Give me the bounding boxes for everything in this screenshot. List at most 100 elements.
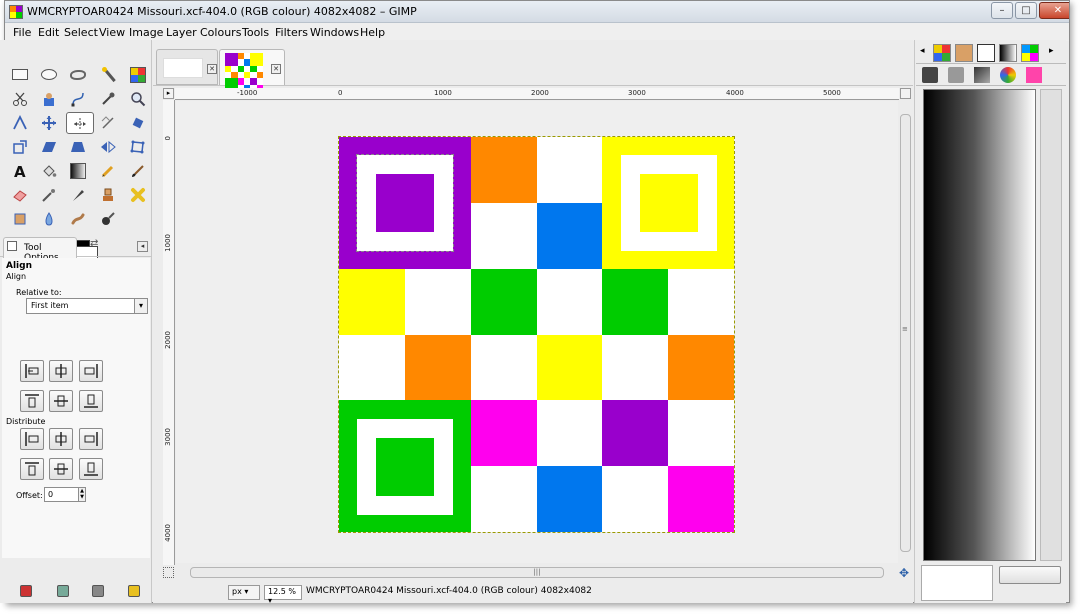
fuzzy-select-tool[interactable]	[96, 64, 120, 86]
distribute-center-button[interactable]	[49, 428, 73, 450]
distribute-left-button[interactable]	[20, 428, 44, 450]
quick-mask-button[interactable]	[163, 567, 174, 578]
menu-edit[interactable]: Edit	[38, 26, 59, 39]
tab-gradients[interactable]	[999, 44, 1017, 62]
close-icon[interactable]: ✕	[207, 64, 217, 74]
menu-colours[interactable]: Colours	[200, 26, 241, 39]
clone-tool[interactable]	[96, 184, 120, 206]
delete-options-icon[interactable]	[92, 585, 104, 597]
measure-tool[interactable]	[8, 112, 32, 134]
align-top-button[interactable]	[20, 390, 44, 412]
close-button[interactable]: ✕	[1039, 2, 1069, 19]
flip-tool[interactable]	[96, 136, 120, 158]
menu-tools[interactable]: Tools	[242, 26, 269, 39]
menu-view[interactable]: View	[99, 26, 125, 39]
tab-menu-icon[interactable]: ◂	[137, 241, 148, 252]
unit-select[interactable]: px ▾	[228, 585, 260, 600]
channels-icon[interactable]	[948, 67, 964, 83]
align-right-button[interactable]	[79, 360, 103, 382]
dock-edit-button[interactable]	[999, 566, 1061, 584]
rotate-tool[interactable]	[126, 112, 150, 134]
blend-tool[interactable]	[66, 160, 90, 182]
menu-image[interactable]: Image	[129, 26, 163, 39]
distribute-middle-button[interactable]	[49, 458, 73, 480]
horizontal-ruler[interactable]: -1000 0 1000 2000 3000 4000 5000	[175, 88, 899, 100]
align-bottom-button[interactable]	[79, 390, 103, 412]
free-select-tool[interactable]	[66, 64, 90, 86]
zoom-tool[interactable]	[126, 88, 150, 110]
histogram-icon[interactable]	[1026, 67, 1042, 83]
relative-to-select[interactable]: First item	[26, 298, 148, 314]
cage-transform-tool[interactable]	[126, 136, 150, 158]
dock-menu-icon[interactable]: ◂	[920, 46, 925, 56]
maximize-button[interactable]: □	[1015, 2, 1037, 19]
align-middle-button[interactable]	[49, 390, 73, 412]
move-tool[interactable]	[37, 112, 61, 134]
dock-scrollbar[interactable]	[1040, 89, 1062, 561]
rect-select-tool[interactable]	[8, 64, 32, 86]
heal-tool[interactable]	[126, 184, 150, 206]
menu-select[interactable]: Select	[64, 26, 98, 39]
color-picker-tool[interactable]	[96, 88, 120, 110]
offset-input[interactable]: 0	[44, 487, 80, 502]
bucket-fill-tool[interactable]	[37, 160, 61, 182]
align-tool[interactable]	[66, 112, 94, 134]
distribute-right-button[interactable]	[79, 428, 103, 450]
perspective-clone-tool[interactable]	[8, 208, 32, 230]
text-tool[interactable]: A	[8, 160, 32, 182]
tab-brushes[interactable]	[955, 44, 973, 62]
paths-tool[interactable]	[66, 88, 90, 110]
align-left-button[interactable]	[20, 360, 44, 382]
ruler-corner[interactable]: ▸	[163, 88, 174, 99]
close-icon[interactable]: ✕	[271, 64, 281, 74]
image-pattern[interactable]	[338, 136, 735, 533]
paths-icon[interactable]	[974, 67, 990, 83]
blur-tool[interactable]	[37, 208, 61, 230]
distribute-top-button[interactable]	[20, 458, 44, 480]
menu-windows[interactable]: Windows	[310, 26, 359, 39]
zoom-select[interactable]: 12.5 % ▾	[264, 585, 302, 605]
smudge-tool[interactable]	[66, 208, 90, 230]
colormap-icon[interactable]	[1000, 67, 1016, 83]
dock-tab-arrow[interactable]: ▸	[1049, 46, 1054, 56]
menu-filters[interactable]: Filters	[275, 26, 308, 39]
minimize-button[interactable]: –	[991, 2, 1013, 19]
perspective-tool[interactable]	[66, 136, 90, 158]
chevron-down-icon[interactable]: ▾	[134, 299, 147, 313]
dodge-burn-tool[interactable]	[96, 208, 120, 230]
shear-tool[interactable]	[37, 136, 61, 158]
align-center-button[interactable]	[49, 360, 73, 382]
tab-patterns[interactable]	[933, 44, 951, 62]
image-tab-2[interactable]: ✕	[219, 49, 285, 91]
eraser-tool[interactable]	[8, 184, 32, 206]
gradient-preview[interactable]	[923, 89, 1036, 561]
ink-tool[interactable]	[66, 184, 90, 206]
tab-fonts[interactable]	[977, 44, 995, 62]
menu-file[interactable]: File	[13, 26, 31, 39]
ellipse-select-tool[interactable]	[37, 64, 61, 86]
zoom-fit-icon[interactable]	[900, 88, 911, 99]
foreground-select-tool[interactable]	[37, 88, 61, 110]
select-by-color-tool[interactable]	[126, 64, 150, 86]
save-options-icon[interactable]	[20, 585, 32, 597]
menu-help[interactable]: Help	[360, 26, 385, 39]
tab-palettes[interactable]	[1021, 44, 1039, 62]
image-tab-1[interactable]: ✕	[156, 49, 218, 85]
horizontal-scrollbar[interactable]: |||	[190, 567, 884, 578]
pencil-tool[interactable]	[96, 160, 120, 182]
distribute-bottom-button[interactable]	[79, 458, 103, 480]
layers-icon[interactable]	[922, 67, 938, 83]
offset-spinner[interactable]: ▲ ▼	[78, 487, 86, 502]
transform-tool[interactable]	[96, 112, 120, 134]
navigate-icon[interactable]: ✥	[899, 566, 909, 580]
vertical-scrollbar[interactable]	[900, 114, 911, 552]
airbrush-tool[interactable]	[37, 184, 61, 206]
unit-value: px	[232, 587, 242, 596]
scale-tool[interactable]	[8, 136, 32, 158]
reset-options-icon[interactable]	[128, 585, 140, 597]
paintbrush-tool[interactable]	[126, 160, 150, 182]
restore-options-icon[interactable]	[57, 585, 69, 597]
scissors-tool[interactable]	[8, 88, 32, 110]
vertical-ruler[interactable]: 0 1000 2000 3000 4000	[163, 100, 175, 565]
menu-layer[interactable]: Layer	[166, 26, 197, 39]
